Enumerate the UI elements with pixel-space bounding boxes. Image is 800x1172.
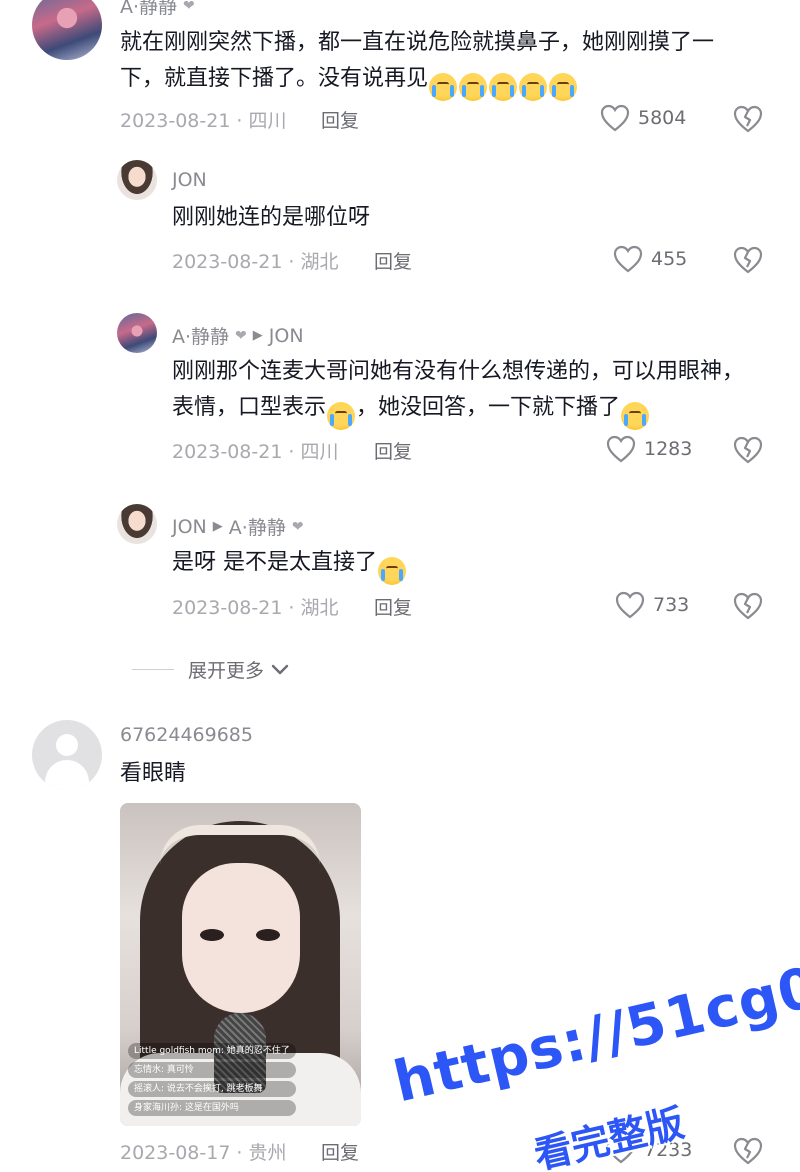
comment-date: 2023-08-21 xyxy=(172,251,283,273)
reply-to-name[interactable]: JON xyxy=(269,325,304,347)
avatar[interactable] xyxy=(117,313,157,353)
broken-heart-icon[interactable] xyxy=(733,245,763,275)
like-count: 733 xyxy=(653,594,690,616)
author-name[interactable]: A·静静 xyxy=(172,322,229,349)
comment-date: 2023-08-21 xyxy=(172,597,283,619)
like-count: 5804 xyxy=(638,107,687,129)
comment-text-line: 就在刚刚突然下播，都一直在说危险就摸鼻子，她刚刚摸了一 xyxy=(120,30,715,55)
watermark-url: https://51cg02.cc xyxy=(388,925,800,1116)
photo-headband xyxy=(160,825,320,865)
reply-arrow-icon: ▶ xyxy=(252,328,263,343)
default-avatar-head xyxy=(56,734,78,756)
reply-button[interactable]: 回复 xyxy=(374,593,412,620)
comment-author[interactable]: JON xyxy=(172,169,207,191)
live-comment: 身家海川孙: 这是在国外吗 xyxy=(128,1100,296,1116)
heart-outline-icon xyxy=(600,104,630,132)
like-count: 1283 xyxy=(644,438,693,460)
comment-date: 2023-08-17 xyxy=(120,1142,231,1164)
reply-button[interactable]: 回复 xyxy=(374,437,412,464)
heart-badge-icon: ❤ xyxy=(291,518,304,535)
author-name[interactable]: JON xyxy=(172,169,207,191)
live-comment: 摇滚人: 说去不会挨打, 跳老板舞 xyxy=(128,1081,296,1097)
broken-heart-icon[interactable] xyxy=(733,104,763,134)
comment-location: 贵州 xyxy=(248,1142,287,1164)
heart-outline-icon xyxy=(615,591,645,619)
expand-more-button[interactable]: 展开更多 xyxy=(132,656,290,683)
reply-button[interactable]: 回复 xyxy=(321,106,359,133)
watermark-subtitle: 看完整版 xyxy=(530,1100,689,1172)
avatar[interactable] xyxy=(117,160,157,200)
reply-button[interactable]: 回复 xyxy=(321,1138,359,1165)
comment-text: 就在刚刚突然下播，都一直在说危险就摸鼻子，她刚刚摸了一 下，就直接下播了。没有说… xyxy=(120,25,780,101)
photo-face xyxy=(182,863,300,1013)
comment-text-line: 刚刚那个连麦大哥问她有没有什么想传递的，可以用眼神， xyxy=(172,359,745,384)
comment-author[interactable]: A·静静 ❤ xyxy=(120,0,195,19)
like-button[interactable]: 5804 xyxy=(600,102,686,134)
comment-meta: 2023-08-17 · 贵州 xyxy=(120,1142,287,1164)
author-name[interactable]: JON xyxy=(172,516,207,538)
broken-heart-icon[interactable] xyxy=(733,591,763,621)
comment-author[interactable]: 67624469685 xyxy=(120,724,253,746)
crying-emoji-icon: 😭 xyxy=(621,402,650,430)
photo-eye xyxy=(200,929,224,941)
crying-emoji-icon: 😭 xyxy=(519,73,548,101)
comment-text-line: 下，就直接下播了。没有说再见😭😭😭😭😭 xyxy=(120,61,780,101)
like-button[interactable]: 733 xyxy=(615,589,689,621)
chevron-down-icon xyxy=(271,664,289,674)
comment-date: 2023-08-21 xyxy=(120,110,231,132)
comment-author[interactable]: JON ▶ A·静静 ❤ xyxy=(172,513,304,540)
comment-meta: 2023-08-21 · 四川 xyxy=(172,441,339,463)
pleading-emoji-icon: 🥺 xyxy=(327,402,356,430)
crying-emoji-icon: 😭 xyxy=(459,73,488,101)
comment-location: 湖北 xyxy=(300,597,339,619)
broken-heart-icon[interactable] xyxy=(733,435,763,465)
reply-button[interactable]: 回复 xyxy=(374,247,412,274)
heart-badge-icon: ❤ xyxy=(235,327,247,344)
default-avatar-body xyxy=(45,760,89,790)
author-name[interactable]: A·静静 xyxy=(120,0,177,19)
live-comment-list: Little goldfish mom: 她真的忍不住了 忘情水: 真可怜 摇滚… xyxy=(128,1043,296,1116)
live-comment: Little goldfish mom: 她真的忍不住了 xyxy=(128,1043,296,1059)
reply-to-name[interactable]: A·静静 xyxy=(229,513,286,540)
comment-image[interactable]: Little goldfish mom: 她真的忍不住了 忘情水: 真可怜 摇滚… xyxy=(120,803,361,1126)
comment-author[interactable]: A·静静 ❤ ▶ JON xyxy=(172,322,304,349)
comment-location: 四川 xyxy=(300,441,339,463)
watermark: https://51cg02.cc 看完整版 xyxy=(388,925,800,1172)
crying-emoji-icon: 😭 xyxy=(378,557,406,585)
comment-text: 看眼睛 xyxy=(120,761,187,786)
comment-location: 四川 xyxy=(248,110,287,132)
heart-outline-icon xyxy=(606,435,636,463)
author-name[interactable]: 67624469685 xyxy=(120,724,253,746)
crying-emoji-icon: 😭 xyxy=(489,73,518,101)
heart-outline-icon xyxy=(613,245,643,273)
comment-date: 2023-08-21 xyxy=(172,441,283,463)
expand-more-label[interactable]: 展开更多 xyxy=(188,656,264,683)
comment-meta: 2023-08-21 · 湖北 xyxy=(172,597,339,619)
live-comment: 忘情水: 真可怜 xyxy=(128,1062,296,1078)
avatar[interactable] xyxy=(32,720,102,790)
comment-text: 刚刚那个连麦大哥问她有没有什么想传递的，可以用眼神， 表情，口型表示🥺，她没回答… xyxy=(172,354,782,430)
comment-meta: 2023-08-21 · 湖北 xyxy=(172,251,339,273)
like-button[interactable]: 455 xyxy=(613,243,687,275)
like-button[interactable]: 1283 xyxy=(606,433,692,465)
heart-badge-icon: ❤ xyxy=(183,0,195,14)
like-count: 455 xyxy=(651,248,688,270)
crying-emoji-icon: 😭 xyxy=(549,73,578,101)
comment-text: 是呀 是不是太直接了😭 xyxy=(172,545,407,585)
divider xyxy=(132,669,174,670)
avatar[interactable] xyxy=(32,0,102,60)
comment-meta: 2023-08-21 · 四川 xyxy=(120,110,287,132)
photo-eye xyxy=(256,929,280,941)
comment-text: 刚刚她连的是哪位呀 xyxy=(172,205,371,230)
avatar[interactable] xyxy=(117,504,157,544)
comment-text-line: 表情，口型表示🥺，她没回答，一下就下播了😭 xyxy=(172,390,782,430)
comment-location: 湖北 xyxy=(300,251,339,273)
crying-emoji-icon: 😭 xyxy=(429,73,458,101)
reply-arrow-icon: ▶ xyxy=(212,519,223,534)
